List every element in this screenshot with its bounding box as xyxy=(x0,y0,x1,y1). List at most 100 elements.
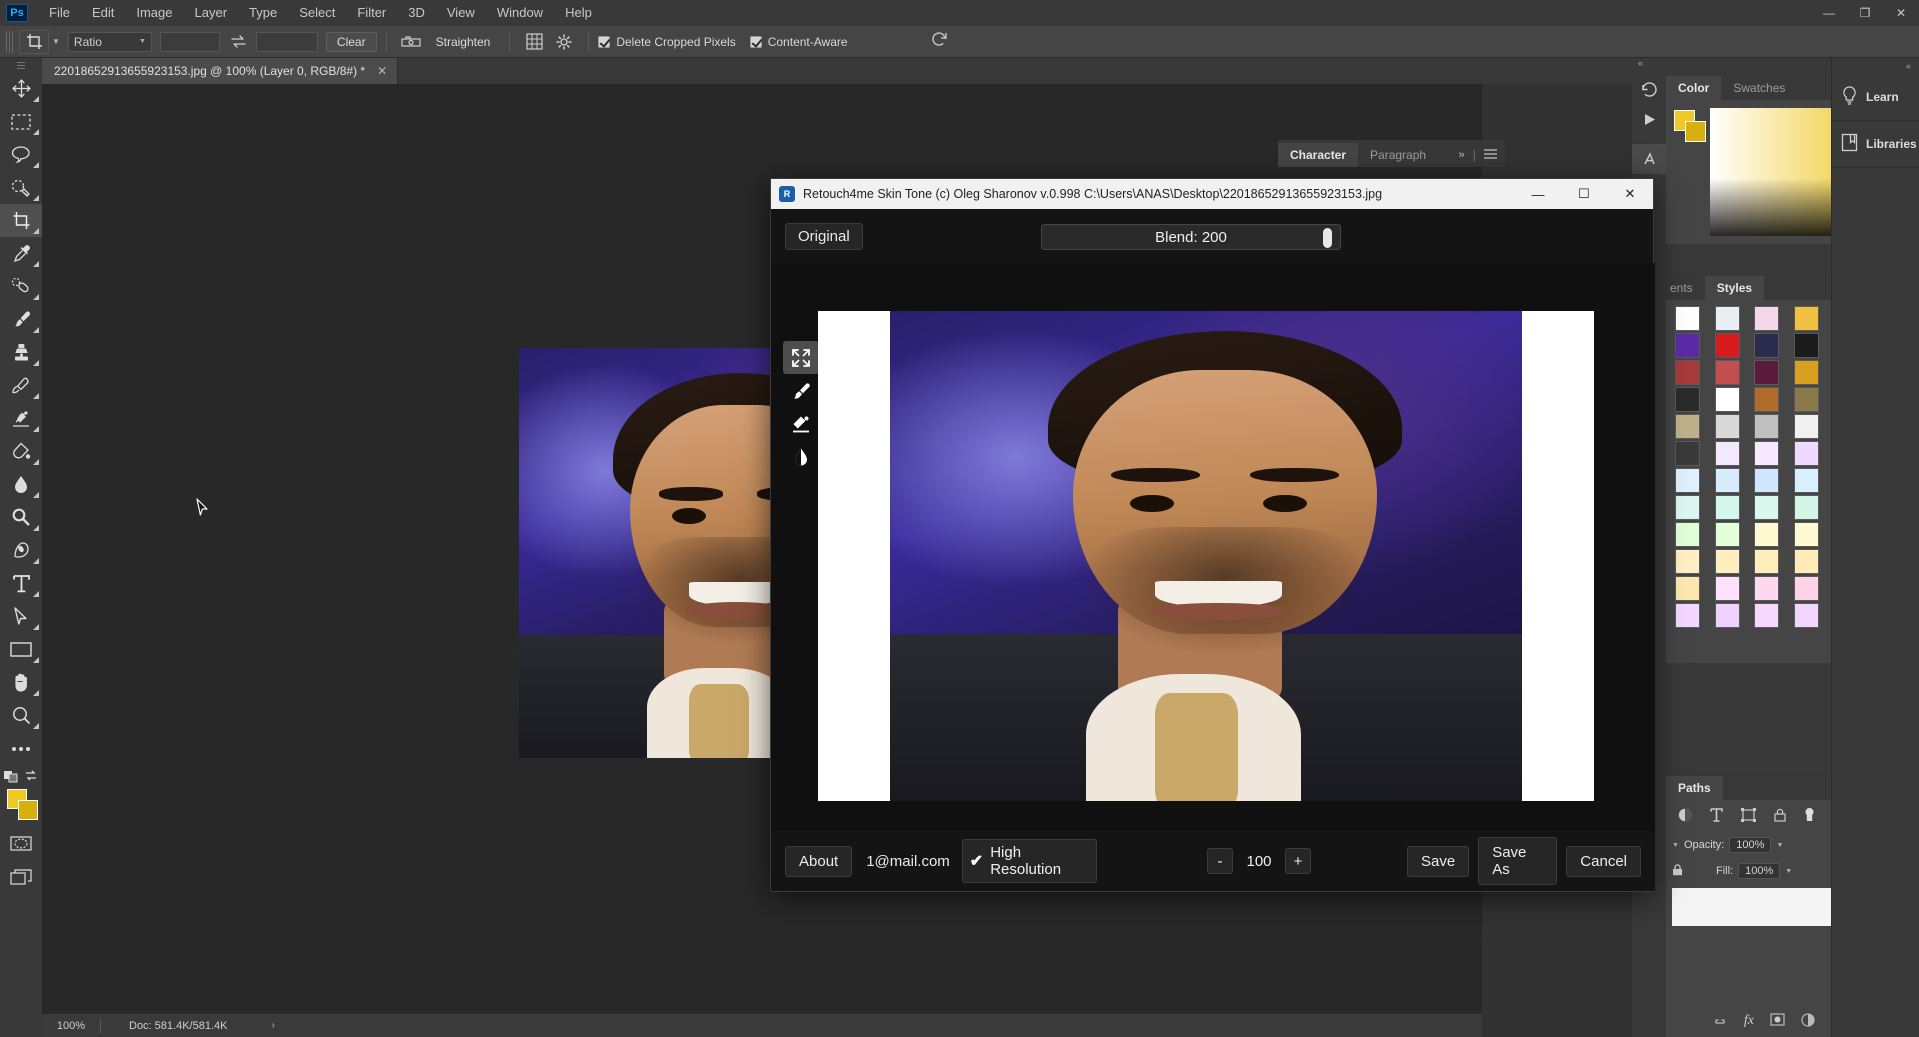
tab-adjustments[interactable]: ents xyxy=(1666,276,1705,300)
style-swatch[interactable] xyxy=(1675,441,1700,466)
quick-mask-icon[interactable] xyxy=(0,827,42,860)
history-brush-tool[interactable] xyxy=(0,369,42,402)
fx-icon[interactable]: fx xyxy=(1744,1013,1754,1029)
lasso-tool[interactable] xyxy=(0,138,42,171)
zoom-decrease-button[interactable]: - xyxy=(1207,848,1233,874)
status-expand-icon[interactable]: › xyxy=(227,1020,274,1031)
straighten-button[interactable]: Straighten xyxy=(426,32,501,52)
menu-item-view[interactable]: View xyxy=(436,0,486,26)
menu-item-help[interactable]: Help xyxy=(554,0,603,26)
dialog-minimize-button[interactable]: — xyxy=(1515,179,1561,209)
gradient-tool[interactable] xyxy=(0,435,42,468)
chevron-double-right-icon[interactable]: » xyxy=(1458,149,1464,161)
style-swatch[interactable] xyxy=(1675,549,1700,574)
style-swatch[interactable] xyxy=(1794,603,1819,628)
chevron-double-left-icon[interactable]: « xyxy=(1906,61,1911,71)
dialog-maximize-button[interactable]: ☐ xyxy=(1561,179,1607,209)
style-swatch[interactable] xyxy=(1754,495,1779,520)
background-color-swatch[interactable] xyxy=(18,800,38,820)
brush-tool[interactable] xyxy=(0,303,42,336)
eyedropper-tool[interactable] xyxy=(0,237,42,270)
save-as-button[interactable]: Save As xyxy=(1478,837,1557,885)
panel-learn[interactable]: Learn xyxy=(1832,74,1919,121)
spot-healing-brush-tool[interactable] xyxy=(0,270,42,303)
menu-item-3d[interactable]: 3D xyxy=(397,0,436,26)
rectangle-tool[interactable] xyxy=(0,633,42,666)
clone-stamp-tool[interactable] xyxy=(0,336,42,369)
dialog-brush-tool[interactable] xyxy=(783,374,819,407)
style-swatch[interactable] xyxy=(1794,495,1819,520)
default-colors-and-swap-row[interactable] xyxy=(0,765,42,787)
delete-cropped-pixels-checkbox[interactable]: Delete Cropped Pixels xyxy=(598,35,735,49)
fill-value[interactable]: 100% xyxy=(1738,863,1780,879)
zoom-value[interactable]: 100 xyxy=(1236,853,1282,870)
high-resolution-checkbox[interactable]: ✔ High Resolution xyxy=(962,839,1097,883)
style-swatch[interactable] xyxy=(1715,603,1740,628)
crop-tool-icon[interactable] xyxy=(19,30,49,54)
style-swatch[interactable] xyxy=(1675,414,1700,439)
zoom-increase-button[interactable]: + xyxy=(1285,848,1311,874)
adjustment-layer-icon[interactable] xyxy=(1678,808,1692,825)
menu-item-filter[interactable]: Filter xyxy=(346,0,397,26)
menu-item-layer[interactable]: Layer xyxy=(184,0,239,26)
dialog-preview-image[interactable] xyxy=(818,311,1594,801)
style-swatch[interactable] xyxy=(1715,522,1740,547)
link-layers-icon[interactable] xyxy=(1712,1014,1728,1029)
lock-icon[interactable] xyxy=(1672,864,1683,879)
save-button[interactable]: Save xyxy=(1407,846,1469,877)
style-swatch[interactable] xyxy=(1675,387,1700,412)
path-selection-tool[interactable] xyxy=(0,600,42,633)
dialog-eraser-tool[interactable] xyxy=(783,407,819,440)
minimize-button[interactable]: — xyxy=(1811,0,1847,26)
close-button[interactable]: ✕ xyxy=(1883,0,1919,26)
crop-overlay-grid-icon[interactable] xyxy=(521,30,547,54)
style-swatch[interactable] xyxy=(1715,441,1740,466)
foreground-background-color[interactable] xyxy=(0,787,42,827)
background-color-swatch[interactable] xyxy=(1685,121,1706,142)
style-swatch[interactable] xyxy=(1675,360,1700,385)
retouch4me-dialog[interactable]: R Retouch4me Skin Tone (c) Oleg Sharonov… xyxy=(770,178,1654,892)
crop-height-input[interactable] xyxy=(256,32,318,52)
crop-tool[interactable] xyxy=(0,204,42,237)
style-swatch[interactable] xyxy=(1715,414,1740,439)
style-swatch[interactable] xyxy=(1715,549,1740,574)
chevron-down-icon[interactable]: ▼ xyxy=(1776,842,1783,849)
zoom-tool[interactable] xyxy=(0,699,42,732)
style-swatch[interactable] xyxy=(1675,603,1700,628)
panel-libraries[interactable]: Libraries xyxy=(1832,121,1919,168)
document-tab[interactable]: 22018652913655923153.jpg @ 100% (Layer 0… xyxy=(42,58,398,84)
object-selection-tool[interactable] xyxy=(0,171,42,204)
mask-view-tool[interactable] xyxy=(783,440,819,473)
style-swatch[interactable] xyxy=(1675,468,1700,493)
options-bar-grip[interactable] xyxy=(6,31,13,53)
horizontal-type-tool[interactable] xyxy=(0,567,42,600)
style-swatch[interactable] xyxy=(1794,468,1819,493)
tab-color[interactable]: Color xyxy=(1666,76,1721,100)
edit-toolbar-ellipsis-icon[interactable] xyxy=(0,732,42,765)
style-swatch[interactable] xyxy=(1675,495,1700,520)
close-icon[interactable]: ✕ xyxy=(377,64,387,78)
menu-item-edit[interactable]: Edit xyxy=(81,0,125,26)
style-swatch[interactable] xyxy=(1675,333,1700,358)
zoom-level[interactable]: 100% xyxy=(42,1020,100,1032)
maximize-button[interactable]: ❐ xyxy=(1847,0,1883,26)
tab-swatches[interactable]: Swatches xyxy=(1721,76,1797,100)
menu-item-window[interactable]: Window xyxy=(486,0,554,26)
menu-item-type[interactable]: Type xyxy=(238,0,288,26)
tab-paths[interactable]: Paths xyxy=(1666,776,1723,800)
style-swatch[interactable] xyxy=(1754,576,1779,601)
about-button[interactable]: About xyxy=(785,846,852,877)
crop-ratio-select[interactable]: Ratio ▼ xyxy=(68,32,152,52)
blend-slider[interactable]: Blend: 200 xyxy=(1041,224,1341,250)
type-layer-icon[interactable] xyxy=(1710,808,1723,825)
dialog-close-button[interactable]: ✕ xyxy=(1607,179,1653,209)
tab-paragraph[interactable]: Paragraph xyxy=(1358,143,1438,167)
style-swatch[interactable] xyxy=(1754,549,1779,574)
style-swatch[interactable] xyxy=(1794,387,1819,412)
toolbar-grip[interactable] xyxy=(0,58,42,72)
original-button[interactable]: Original xyxy=(785,223,863,250)
style-swatch[interactable] xyxy=(1794,576,1819,601)
adjustments-panel-icon[interactable] xyxy=(1632,144,1666,174)
style-swatch[interactable] xyxy=(1675,576,1700,601)
style-swatch[interactable] xyxy=(1754,414,1779,439)
